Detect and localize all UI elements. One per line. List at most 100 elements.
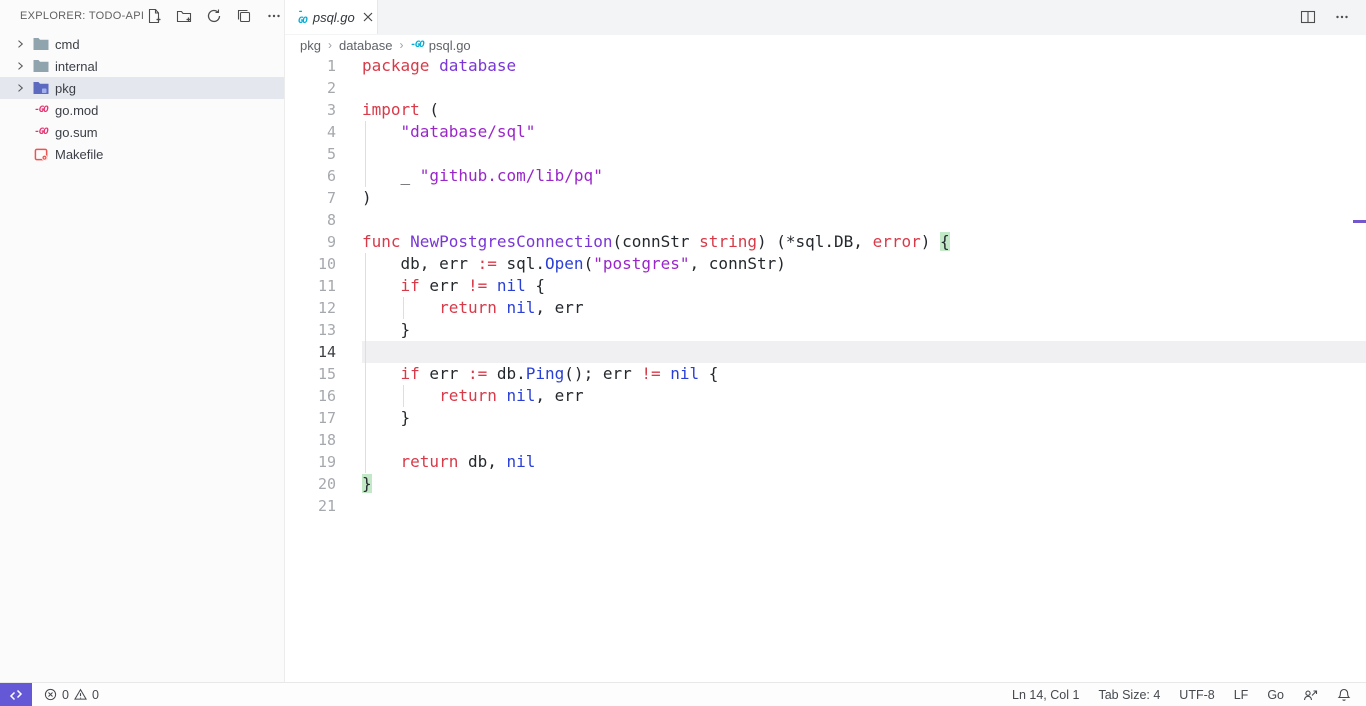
indentation-setting[interactable]: Tab Size: 4 (1098, 688, 1160, 702)
code-line-content: func NewPostgresConnection(connStr strin… (362, 231, 1366, 253)
code-line-20[interactable]: 20} (285, 473, 1366, 495)
code-line-21[interactable]: 21 (285, 495, 1366, 517)
line-number: 16 (285, 385, 336, 407)
folder-icon (32, 58, 50, 74)
editor-more-icon[interactable] (1332, 7, 1352, 27)
code-line-content (362, 429, 1366, 451)
go-file-icon: -GO (298, 8, 307, 26)
indent-guide (365, 429, 366, 451)
line-number: 11 (285, 275, 336, 297)
tree-item-label: pkg (55, 81, 76, 96)
encoding-setting[interactable]: UTF-8 (1179, 688, 1214, 702)
code-line-content: db, err := sql.Open("postgres", connStr) (362, 253, 1366, 275)
indent-guide (365, 451, 366, 473)
code-line-18[interactable]: 18 (285, 429, 1366, 451)
vscode-window: EXPLORER: TODO-API (0, 0, 1366, 706)
indent-guide (365, 363, 366, 385)
go-file-icon: -GO (410, 41, 423, 50)
go-mod-icon: -GO (32, 124, 50, 140)
code-line-14[interactable]: 14 (285, 341, 1366, 363)
explorer-header: EXPLORER: TODO-API (0, 0, 284, 32)
breadcrumb: pkg › database › -GO psql.go (285, 35, 1366, 55)
problems-indicator[interactable]: 0 0 (44, 688, 99, 702)
editor-area: -GO psql.go (285, 0, 1366, 682)
code-line-content: ) (362, 187, 1366, 209)
line-number: 12 (285, 297, 336, 319)
code-line-4[interactable]: 4 "database/sql" (285, 121, 1366, 143)
package-folder-icon (32, 80, 50, 96)
line-number: 3 (285, 99, 336, 121)
code-line-content (362, 495, 1366, 517)
code-line-12[interactable]: 12 return nil, err (285, 297, 1366, 319)
code-line-9[interactable]: 9 func NewPostgresConnection(connStr stri… (285, 231, 1366, 253)
code-line-content: return db, nil (362, 451, 1366, 473)
new-folder-icon[interactable] (174, 6, 194, 26)
code-line-11[interactable]: 11 if err != nil { (285, 275, 1366, 297)
indent-guide (365, 341, 366, 363)
chevron-right-icon[interactable] (12, 36, 28, 52)
breadcrumb-item-pkg[interactable]: pkg (300, 38, 321, 53)
tab-psql-go[interactable]: -GO psql.go (285, 0, 378, 34)
code-line-16[interactable]: 16 return nil, err (285, 385, 1366, 407)
indent-guide (365, 275, 366, 297)
tree-item-label: cmd (55, 37, 80, 52)
status-bar-right: Ln 14, Col 1 Tab Size: 4 UTF-8 LF Go (1012, 688, 1366, 702)
code-line-6[interactable]: 6 _ "github.com/lib/pq" (285, 165, 1366, 187)
refresh-icon[interactable] (204, 6, 224, 26)
line-number: 8 (285, 209, 336, 231)
sidebar-item-go-mod[interactable]: -GOgo.mod (0, 99, 284, 121)
code-line-13[interactable]: 13 } (285, 319, 1366, 341)
error-count: 0 (62, 688, 69, 702)
collapse-folders-icon[interactable] (234, 6, 254, 26)
feedback-icon[interactable] (1303, 688, 1318, 702)
code-line-1[interactable]: 1package database (285, 55, 1366, 77)
remote-indicator-button[interactable] (0, 683, 32, 706)
chevron-right-icon[interactable] (12, 58, 28, 74)
code-line-8[interactable]: 8 (285, 209, 1366, 231)
chevron-right-icon[interactable] (12, 80, 28, 96)
line-number: 2 (285, 77, 336, 99)
explorer-title: EXPLORER: TODO-API (20, 10, 144, 22)
code-line-19[interactable]: 19 return db, nil (285, 451, 1366, 473)
sidebar-item-internal[interactable]: internal (0, 55, 284, 77)
explorer-more-icon[interactable] (264, 6, 284, 26)
code-line-2[interactable]: 2 (285, 77, 1366, 99)
new-file-icon[interactable] (144, 6, 164, 26)
line-number: 9 (285, 231, 336, 253)
breadcrumb-item-database[interactable]: database (339, 38, 393, 53)
notifications-bell-icon[interactable] (1337, 688, 1351, 702)
code-line-17[interactable]: 17 } (285, 407, 1366, 429)
code-line-content: _ "github.com/lib/pq" (362, 165, 1366, 187)
breadcrumb-item-file[interactable]: psql.go (429, 38, 471, 53)
explorer-actions (144, 6, 284, 26)
line-number: 14 (285, 341, 336, 363)
sidebar-item-makefile[interactable]: Makefile (0, 143, 284, 165)
sidebar-item-cmd[interactable]: cmd (0, 33, 284, 55)
code-line-content: } (362, 473, 1366, 495)
eol-setting[interactable]: LF (1234, 688, 1249, 702)
error-icon (44, 688, 57, 701)
code-line-7[interactable]: 7) (285, 187, 1366, 209)
code-editor[interactable]: 1package database23import (4 "database/s… (285, 55, 1366, 682)
split-editor-icon[interactable] (1298, 7, 1318, 27)
cursor-position[interactable]: Ln 14, Col 1 (1012, 688, 1079, 702)
code-line-10[interactable]: 10 db, err := sql.Open("postgres", connS… (285, 253, 1366, 275)
code-line-15[interactable]: 15 if err := db.Ping(); err != nil { (285, 363, 1366, 385)
code-line-5[interactable]: 5 (285, 143, 1366, 165)
close-tab-icon[interactable] (363, 9, 373, 25)
tree-item-label: internal (55, 59, 98, 74)
sidebar-item-pkg[interactable]: pkg (0, 77, 284, 99)
code-line-content: } (362, 407, 1366, 429)
code-line-content (362, 77, 1366, 99)
code-line-3[interactable]: 3import ( (285, 99, 1366, 121)
makefile-icon (32, 146, 50, 162)
indent-guide (365, 165, 366, 187)
code-line-content: return nil, err (362, 297, 1366, 319)
line-number: 20 (285, 473, 336, 495)
line-number: 17 (285, 407, 336, 429)
code-line-content (362, 341, 1366, 363)
language-mode[interactable]: Go (1267, 688, 1284, 702)
line-number: 10 (285, 253, 336, 275)
indent-guide (365, 319, 366, 341)
sidebar-item-go-sum[interactable]: -GOgo.sum (0, 121, 284, 143)
